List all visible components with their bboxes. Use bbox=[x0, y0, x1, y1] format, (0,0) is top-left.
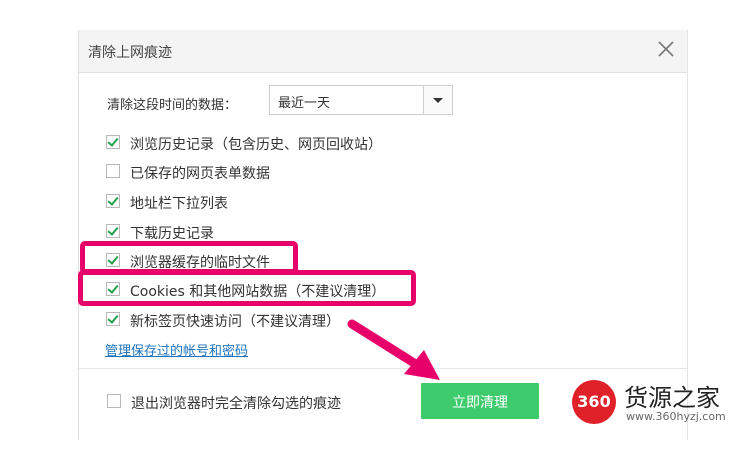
option-label: 地址栏下拉列表 bbox=[130, 196, 228, 212]
arrow-annotation-icon bbox=[347, 319, 440, 380]
time-range-label: 清除这段时间的数据： bbox=[107, 98, 238, 113]
manage-passwords-link[interactable]: 管理保存过的帐号和密码 bbox=[105, 340, 248, 359]
checkbox[interactable] bbox=[106, 164, 120, 178]
checkbox[interactable] bbox=[107, 394, 121, 408]
checkbox[interactable] bbox=[106, 135, 120, 149]
option-label: 新标签页快速访问（不建议清理） bbox=[130, 314, 340, 330]
chevron-down-icon[interactable] bbox=[423, 86, 452, 114]
option-label: 浏览历史记录（包含历史、网页回收站） bbox=[130, 137, 382, 153]
dialog-title: 清除上网痕迹 bbox=[88, 45, 172, 61]
watermark-name: 货源之家 bbox=[624, 384, 720, 412]
time-range-select[interactable]: 最近一天 bbox=[269, 85, 453, 115]
watermark-logo: 360 bbox=[572, 380, 616, 424]
watermark-url: www.360hyzj.com bbox=[626, 410, 726, 423]
clear-now-button[interactable]: 立即清理 bbox=[421, 383, 539, 419]
option-label: 退出浏览器时完全清除勾选的痕迹 bbox=[131, 396, 341, 412]
close-icon[interactable] bbox=[655, 38, 677, 60]
highlight-box-cookies bbox=[78, 270, 416, 306]
checkbox[interactable] bbox=[106, 312, 120, 326]
time-range-value: 最近一天 bbox=[278, 96, 331, 111]
checkbox[interactable] bbox=[106, 224, 120, 238]
checkbox[interactable] bbox=[106, 194, 120, 208]
option-label: 下载历史记录 bbox=[130, 226, 214, 242]
dialog-titlebar: 清除上网痕迹 bbox=[79, 30, 687, 73]
option-label: 已保存的网页表单数据 bbox=[130, 166, 270, 182]
site-watermark: 360 货源之家 www.360hyzj.com bbox=[572, 376, 744, 426]
